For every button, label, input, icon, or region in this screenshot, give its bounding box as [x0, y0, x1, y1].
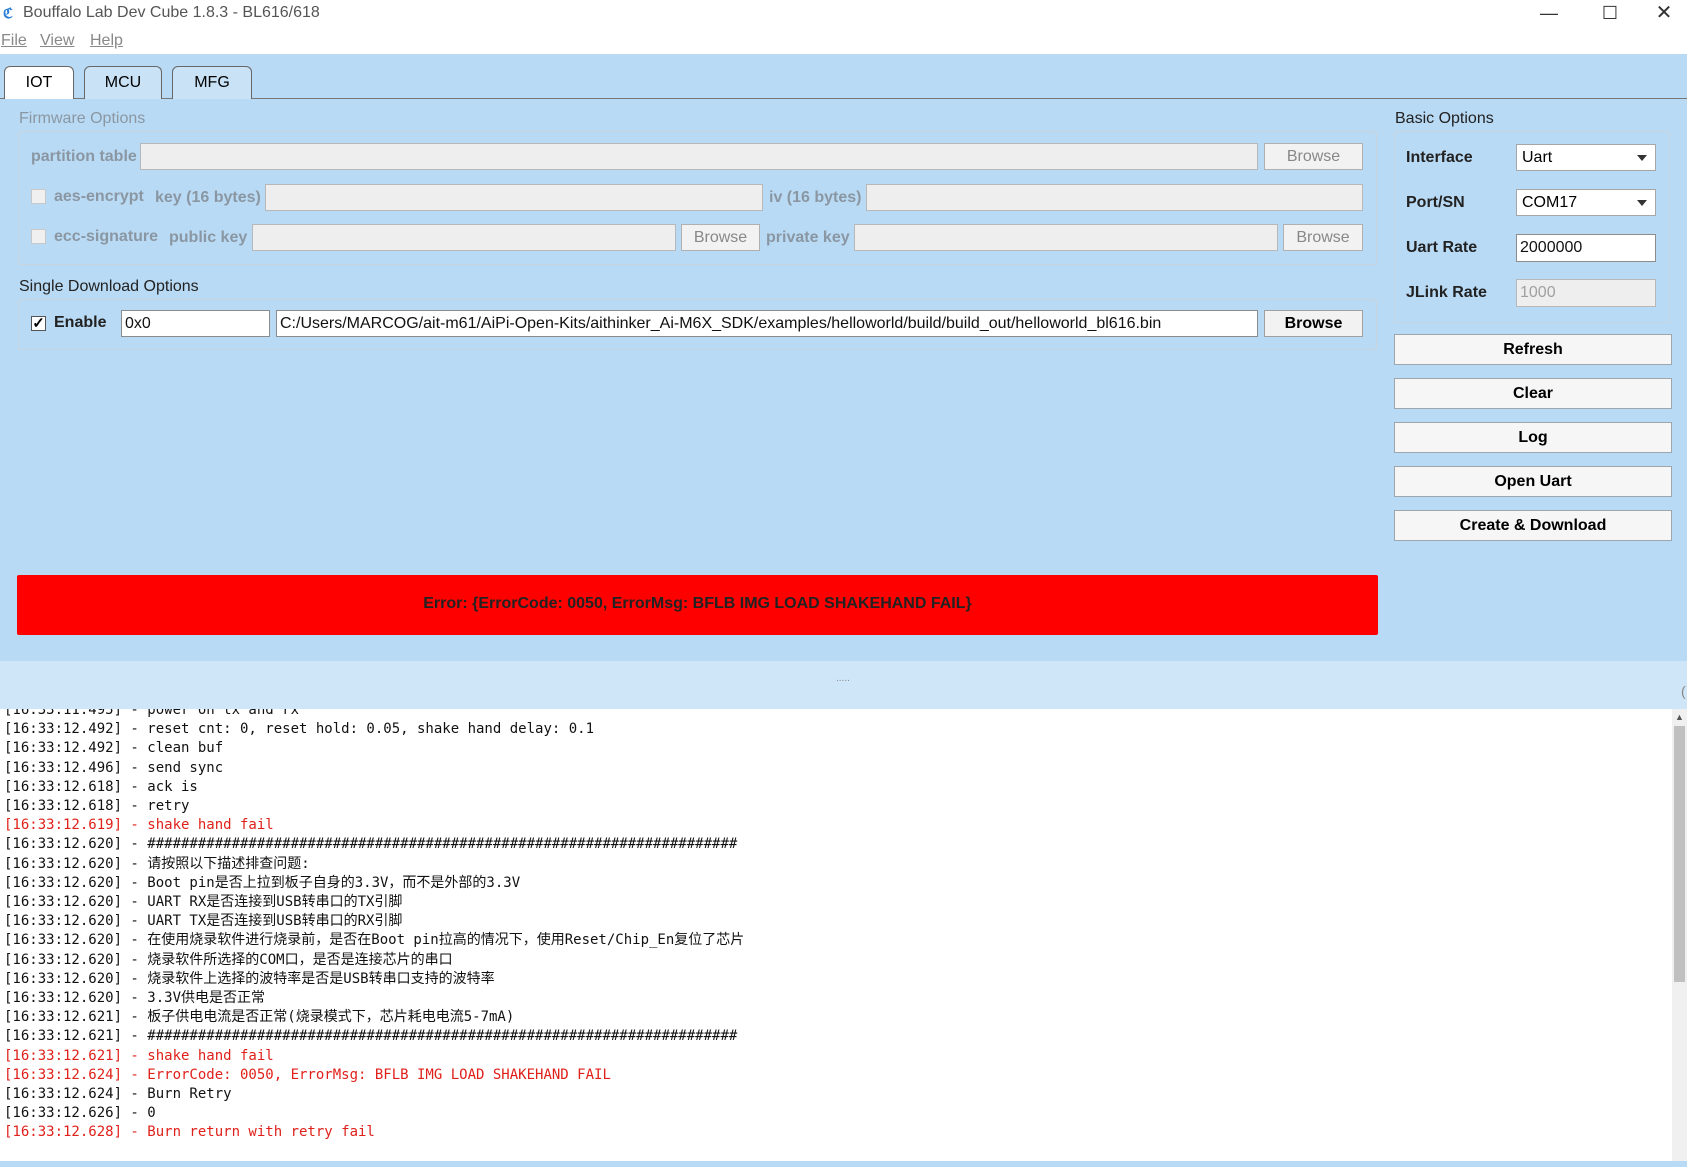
- maximize-icon[interactable]: ☐: [1587, 0, 1633, 28]
- splitter-edge-icon: (: [1681, 683, 1686, 699]
- log-line: [16:33:12.620] - 烧录软件所选择的COM口，是否是连接芯片的串口: [4, 951, 453, 968]
- ecc-signature-label: ecc-signature: [54, 228, 159, 245]
- private-key-field: [854, 224, 1278, 251]
- splitter-handle[interactable]: [0, 661, 1687, 709]
- basic-options-title: Basic Options: [1395, 110, 1494, 127]
- log-line: [16:33:12.620] - UART TX是否连接到USB转串口的RX引脚: [4, 913, 403, 930]
- log-line: [16:33:12.620] - 在使用烧录软件进行烧录前，是否在Boot pi…: [4, 932, 745, 949]
- log-line: [16:33:12.628] - Burn return with retry …: [4, 1124, 375, 1141]
- enable-checkbox[interactable]: ✓: [31, 316, 46, 331]
- port-value: COM17: [1522, 194, 1578, 211]
- log-line: [16:33:11.495] - power on tx and rx: [4, 709, 300, 718]
- log-line: [16:33:12.621] - #######################…: [4, 1028, 738, 1045]
- menu-help[interactable]: Help: [90, 32, 123, 50]
- address-input[interactable]: 0x0: [121, 310, 270, 337]
- log-line: [16:33:12.492] - reset cnt: 0, reset hol…: [4, 721, 595, 738]
- minimize-icon[interactable]: —: [1526, 0, 1572, 28]
- menu-file[interactable]: File: [1, 32, 27, 50]
- firmware-options-title: Firmware Options: [19, 110, 146, 127]
- tab-divider: [0, 98, 1687, 99]
- log-lines: [16:33:11.495] - power on tx and rx [16:3…: [4, 709, 744, 1143]
- dropdown-caret-icon: [1637, 155, 1647, 161]
- close-icon[interactable]: ✕: [1641, 0, 1687, 28]
- dropdown-caret-icon: [1637, 200, 1647, 206]
- log-line: [16:33:12.620] - 3.3V供电是否正常: [4, 990, 266, 1007]
- jlink-rate-label: JLink Rate: [1406, 284, 1487, 301]
- partition-browse-button: Browse: [1264, 143, 1363, 170]
- bottom-edge: [0, 1161, 1687, 1167]
- scrollbar-thumb[interactable]: [1674, 726, 1685, 982]
- log-button[interactable]: Log: [1394, 422, 1672, 453]
- private-key-label: private key: [766, 229, 850, 246]
- log-line: [16:33:12.624] - Burn Retry: [4, 1086, 232, 1103]
- log-line: [16:33:12.618] - ack is: [4, 778, 198, 795]
- open-uart-button[interactable]: Open Uart: [1394, 466, 1672, 497]
- public-key-browse-button: Browse: [681, 224, 760, 251]
- uart-rate-label: Uart Rate: [1406, 239, 1478, 256]
- log-line: [16:33:12.624] - ErrorCode: 0050, ErrorM…: [4, 1066, 611, 1083]
- partition-table-label: partition table: [31, 148, 137, 165]
- tab-mfg[interactable]: MFG: [172, 66, 252, 99]
- interface-value: Uart: [1522, 149, 1553, 166]
- log-line: [16:33:12.620] - Boot pin是否上拉到板子自身的3.3V，…: [4, 874, 521, 891]
- clear-button[interactable]: Clear: [1394, 378, 1672, 409]
- log-line: [16:33:12.620] - #######################…: [4, 836, 738, 853]
- log-line: [16:33:12.492] - clean buf: [4, 740, 224, 757]
- file-path-input[interactable]: C:/Users/MARCOG/ait-m61/AiPi-Open-Kits/a…: [276, 310, 1258, 337]
- scroll-up-arrow-icon[interactable]: ▲: [1672, 711, 1687, 723]
- log-line: [16:33:12.621] - 板子供电电流是否正常(烧录模式下，芯片耗电电流…: [4, 1009, 515, 1026]
- log-output[interactable]: [16:33:11.495] - power on tx and rx [16:3…: [0, 709, 1672, 1167]
- tab-mcu[interactable]: MCU: [84, 66, 162, 99]
- public-key-field: [252, 224, 676, 251]
- tab-iot[interactable]: IOT: [4, 66, 74, 99]
- menu-bar: [0, 28, 1687, 54]
- uart-rate-input[interactable]: 2000000: [1516, 234, 1656, 262]
- app-icon: ℭ: [3, 5, 13, 21]
- log-line: [16:33:12.621] - shake hand fail: [4, 1047, 274, 1064]
- key-label: key (16 bytes): [155, 189, 261, 206]
- ecc-signature-checkbox: [31, 229, 46, 244]
- menu-view[interactable]: View: [40, 32, 74, 50]
- log-line: [16:33:12.620] - 烧录软件上选择的波特率是否是USB转串口支持的…: [4, 970, 495, 987]
- iv-label: iv (16 bytes): [769, 189, 862, 206]
- public-key-label: public key: [169, 229, 248, 246]
- private-key-browse-button: Browse: [1283, 224, 1363, 251]
- error-status-bar: Error: {ErrorCode: 0050, ErrorMsg: BFLB …: [17, 575, 1378, 635]
- log-line: [16:33:12.626] - 0: [4, 1105, 156, 1122]
- iv-field: [866, 184, 1363, 211]
- port-label: Port/SN: [1406, 194, 1465, 211]
- aes-encrypt-checkbox: [31, 189, 46, 204]
- interface-label: Interface: [1406, 149, 1473, 166]
- log-line: [16:33:12.620] - 请按照以下描述排查问题:: [4, 855, 310, 872]
- key-field: [265, 184, 763, 211]
- single-download-title: Single Download Options: [19, 278, 199, 295]
- file-browse-button[interactable]: Browse: [1264, 310, 1363, 337]
- interface-select[interactable]: Uart: [1516, 144, 1656, 171]
- refresh-button[interactable]: Refresh: [1394, 334, 1672, 365]
- log-line: [16:33:12.618] - retry: [4, 798, 190, 815]
- port-select[interactable]: COM17: [1516, 189, 1656, 216]
- jlink-rate-input: 1000: [1516, 279, 1656, 307]
- splitter-grip-icon: .....: [836, 673, 850, 684]
- create-download-button[interactable]: Create & Download: [1394, 510, 1672, 541]
- enable-label: Enable: [54, 314, 107, 331]
- log-line: [16:33:12.620] - UART RX是否连接到USB转串口的TX引脚: [4, 894, 403, 911]
- log-line: [16:33:12.619] - shake hand fail: [4, 817, 274, 834]
- partition-table-field: [140, 143, 1258, 170]
- aes-encrypt-label: aes-encrypt: [54, 188, 144, 205]
- window-title: Bouffalo Lab Dev Cube 1.8.3 - BL616/618: [23, 4, 320, 21]
- log-line: [16:33:12.496] - send sync: [4, 759, 224, 776]
